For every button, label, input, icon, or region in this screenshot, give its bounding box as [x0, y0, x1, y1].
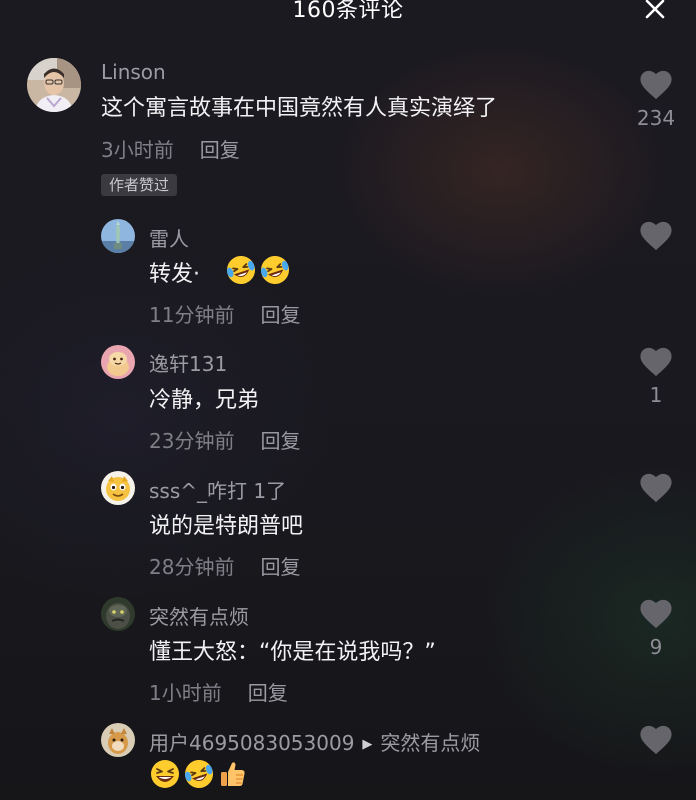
avatar[interactable]	[27, 58, 81, 112]
comment-meta: 28分钟前 回复	[149, 551, 300, 580]
reply-button[interactable]: 回复	[260, 425, 300, 454]
like-button[interactable]	[634, 725, 678, 755]
avatar[interactable]	[101, 597, 135, 631]
comment-time: 1小时前	[149, 681, 222, 705]
comments-header: 160条评论	[0, 0, 696, 30]
avatar[interactable]	[101, 723, 135, 757]
comment-text: 说的是特朗普吧	[149, 514, 304, 539]
comment-time: 28分钟前	[149, 555, 235, 579]
heart-icon	[640, 473, 672, 503]
comment-author[interactable]: 用户4695083053009	[149, 731, 354, 755]
author-liked-badge: 作者赞过	[101, 174, 178, 196]
comment-author[interactable]: 逸轩131	[149, 348, 227, 377]
comment-text: 懂王大怒：“你是在说我吗？”	[149, 640, 436, 665]
like-count: 234	[636, 106, 676, 130]
reply-button[interactable]: 回复	[248, 677, 288, 706]
heart-icon	[640, 599, 672, 629]
comment-author[interactable]: sss^_咋打 1了	[149, 475, 286, 504]
reply-button[interactable]: 回复	[200, 134, 240, 163]
reply-button[interactable]: 回复	[260, 299, 300, 328]
avatar[interactable]	[101, 219, 135, 253]
comment-time: 23分钟前	[149, 429, 235, 453]
reply-button[interactable]: 回复	[260, 551, 300, 580]
like-button[interactable]	[634, 221, 678, 251]
laughing-tears-emoji	[260, 256, 289, 284]
thumbs-up-emoji	[221, 762, 245, 786]
heart-icon	[640, 70, 672, 100]
comment-author[interactable]: 雷人	[149, 223, 189, 252]
like-count: 9	[649, 635, 663, 659]
comment-text: 冷静，兄弟	[149, 388, 260, 413]
like-button[interactable]: 234	[634, 70, 678, 130]
heart-icon	[640, 221, 672, 251]
comment-time: 3小时前	[101, 138, 174, 162]
comment-author-line: 用户4695083053009 ▶ 突然有点烦	[149, 727, 480, 756]
emoji-group	[225, 254, 293, 286]
comment-meta: 3小时前 回复	[101, 134, 240, 163]
comment-meta: 1小时前 回复	[149, 677, 288, 706]
comment-meta: 11分钟前 回复	[149, 299, 300, 328]
reply-to-author[interactable]: 突然有点烦	[380, 731, 480, 755]
avatar[interactable]	[101, 345, 135, 379]
comment-text-content: 转发·	[149, 262, 200, 287]
comment-author[interactable]: 突然有点烦	[149, 601, 249, 630]
heart-icon	[640, 347, 672, 377]
close-icon[interactable]	[640, 0, 670, 24]
avatar[interactable]	[101, 471, 135, 505]
emoji-group	[149, 758, 251, 790]
like-button[interactable]: 1	[634, 347, 678, 407]
heart-icon	[640, 725, 672, 755]
comment-text: 转发·	[149, 256, 200, 288]
like-button[interactable]: 9	[634, 599, 678, 659]
grinning-squint-emoji	[151, 760, 179, 788]
comment-time: 11分钟前	[149, 303, 235, 327]
comment-count-title: 160条评论	[292, 0, 404, 23]
like-button[interactable]	[634, 473, 678, 503]
comment-meta: 23分钟前 回复	[149, 425, 300, 454]
like-count: 1	[649, 383, 663, 407]
laughing-tears-emoji	[226, 256, 255, 284]
laughing-tears-emoji	[184, 760, 213, 788]
play-arrow-icon: ▶	[362, 737, 373, 752]
comment-author[interactable]: Linson	[101, 60, 166, 84]
comment-text: 这个寓言故事在中国竟然有人真实演绎了	[101, 96, 498, 121]
